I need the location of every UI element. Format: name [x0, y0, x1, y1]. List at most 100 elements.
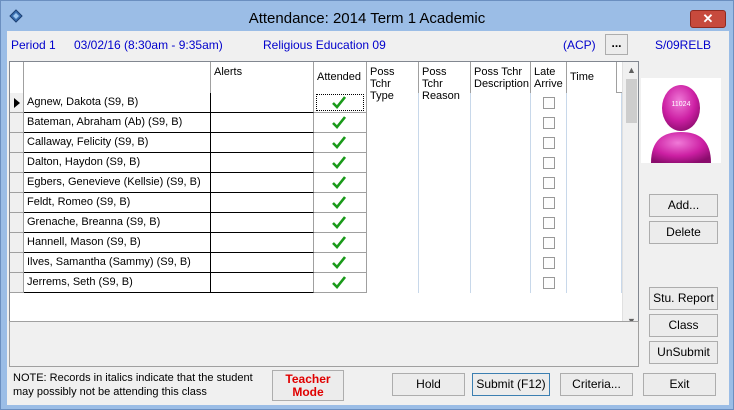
- title-bar[interactable]: Attendance: 2014 Term 1 Academic ✕: [1, 1, 733, 31]
- attended-cell[interactable]: [314, 253, 367, 273]
- row-selector[interactable]: [10, 233, 24, 253]
- late-arrive-cell[interactable]: [531, 273, 567, 293]
- late-arrive-cell[interactable]: [531, 213, 567, 233]
- late-arrive-checkbox[interactable]: [543, 277, 555, 289]
- time-cell[interactable]: [567, 213, 622, 233]
- alerts-cell[interactable]: [211, 93, 314, 113]
- late-arrive-checkbox[interactable]: [543, 197, 555, 209]
- vertical-scroll-thumb[interactable]: [626, 79, 637, 123]
- student-name-cell[interactable]: Ilves, Samantha (Sammy) (S9, B): [24, 253, 211, 273]
- table-row[interactable]: Feldt, Romeo (S9, B): [10, 193, 622, 213]
- delete-button[interactable]: Delete: [649, 221, 718, 244]
- time-cell[interactable]: [567, 253, 622, 273]
- alerts-cell[interactable]: [211, 133, 314, 153]
- row-selector[interactable]: [10, 93, 24, 113]
- attended-cell[interactable]: [314, 233, 367, 253]
- poss-tchr-description-cell[interactable]: [471, 133, 531, 153]
- close-button[interactable]: ✕: [690, 10, 726, 28]
- table-row[interactable]: Grenache, Breanna (S9, B): [10, 213, 622, 233]
- poss-tchr-type-cell[interactable]: [367, 213, 419, 233]
- column-header-name[interactable]: [24, 62, 211, 93]
- attended-cell[interactable]: [314, 113, 367, 133]
- late-arrive-cell[interactable]: [531, 113, 567, 133]
- column-header-poss-tchr-reason[interactable]: Poss Tchr Reason: [419, 62, 471, 102]
- table-row[interactable]: Jerrems, Seth (S9, B): [10, 273, 622, 293]
- late-arrive-cell[interactable]: [531, 153, 567, 173]
- poss-tchr-description-cell[interactable]: [471, 273, 531, 293]
- poss-tchr-type-cell[interactable]: [367, 113, 419, 133]
- student-name-cell[interactable]: Jerrems, Seth (S9, B): [24, 273, 211, 293]
- late-arrive-checkbox[interactable]: [543, 137, 555, 149]
- poss-tchr-reason-cell[interactable]: [419, 133, 471, 153]
- scroll-up-icon[interactable]: ▲: [623, 62, 638, 79]
- poss-tchr-type-cell[interactable]: [367, 273, 419, 293]
- column-header-poss-tchr-type[interactable]: Poss Tchr Type: [367, 62, 419, 102]
- late-arrive-cell[interactable]: [531, 193, 567, 213]
- student-name-cell[interactable]: Grenache, Breanna (S9, B): [24, 213, 211, 233]
- attended-check-icon[interactable]: [332, 96, 346, 109]
- poss-tchr-reason-cell[interactable]: [419, 213, 471, 233]
- alerts-cell[interactable]: [211, 253, 314, 273]
- teacher-mode-button[interactable]: Teacher Mode: [272, 370, 344, 401]
- late-arrive-checkbox[interactable]: [543, 257, 555, 269]
- time-cell[interactable]: [567, 153, 622, 173]
- late-arrive-cell[interactable]: [531, 233, 567, 253]
- attended-cell[interactable]: [314, 213, 367, 233]
- table-row[interactable]: Agnew, Dakota (S9, B): [10, 93, 622, 113]
- late-arrive-checkbox[interactable]: [543, 217, 555, 229]
- student-name-cell[interactable]: Feldt, Romeo (S9, B): [24, 193, 211, 213]
- column-header-time[interactable]: Time: [567, 62, 617, 93]
- vertical-scrollbar[interactable]: ▲ ▼: [622, 62, 638, 330]
- poss-tchr-description-cell[interactable]: [471, 113, 531, 133]
- attended-cell[interactable]: [314, 193, 367, 213]
- criteria-button[interactable]: Criteria...: [560, 373, 633, 396]
- late-arrive-checkbox[interactable]: [543, 157, 555, 169]
- poss-tchr-type-cell[interactable]: [367, 253, 419, 273]
- poss-tchr-description-cell[interactable]: [471, 253, 531, 273]
- alerts-cell[interactable]: [211, 233, 314, 253]
- attended-check-icon[interactable]: [332, 116, 346, 129]
- attended-cell[interactable]: [314, 273, 367, 293]
- late-arrive-cell[interactable]: [531, 133, 567, 153]
- time-cell[interactable]: [567, 93, 622, 113]
- column-header-poss-tchr-description[interactable]: Poss Tchr Description: [471, 62, 531, 93]
- submit-button[interactable]: Submit (F12): [472, 373, 550, 396]
- table-row[interactable]: Dalton, Haydon (S9, B): [10, 153, 622, 173]
- row-selector[interactable]: [10, 273, 24, 293]
- attended-check-icon[interactable]: [332, 236, 346, 249]
- unsubmit-button[interactable]: UnSubmit: [649, 341, 718, 364]
- column-header-attended[interactable]: Attended: [314, 62, 367, 93]
- row-selector[interactable]: [10, 153, 24, 173]
- time-cell[interactable]: [567, 113, 622, 133]
- time-cell[interactable]: [567, 233, 622, 253]
- late-arrive-cell[interactable]: [531, 93, 567, 113]
- poss-tchr-reason-cell[interactable]: [419, 173, 471, 193]
- student-name-cell[interactable]: Bateman, Abraham (Ab) (S9, B): [24, 113, 211, 133]
- attended-check-icon[interactable]: [332, 136, 346, 149]
- late-arrive-cell[interactable]: [531, 253, 567, 273]
- row-selector[interactable]: [10, 193, 24, 213]
- row-selector[interactable]: [10, 213, 24, 233]
- attended-check-icon[interactable]: [332, 256, 346, 269]
- late-arrive-cell[interactable]: [531, 173, 567, 193]
- attended-check-icon[interactable]: [332, 276, 346, 289]
- time-cell[interactable]: [567, 173, 622, 193]
- poss-tchr-description-cell[interactable]: [471, 193, 531, 213]
- attendance-grid[interactable]: Alerts Attended Poss Tchr Type Poss Tchr…: [9, 61, 639, 348]
- column-header-alerts[interactable]: Alerts: [211, 62, 314, 93]
- poss-tchr-description-cell[interactable]: [471, 93, 531, 113]
- time-cell[interactable]: [567, 193, 622, 213]
- stu-report-button[interactable]: Stu. Report: [649, 287, 718, 310]
- table-row[interactable]: Callaway, Felicity (S9, B): [10, 133, 622, 153]
- student-name-cell[interactable]: Hannell, Mason (S9, B): [24, 233, 211, 253]
- attended-check-icon[interactable]: [332, 216, 346, 229]
- attended-cell[interactable]: [314, 173, 367, 193]
- row-selector[interactable]: [10, 173, 24, 193]
- poss-tchr-type-cell[interactable]: [367, 233, 419, 253]
- poss-tchr-type-cell[interactable]: [367, 153, 419, 173]
- alerts-cell[interactable]: [211, 113, 314, 133]
- late-arrive-checkbox[interactable]: [543, 177, 555, 189]
- poss-tchr-reason-cell[interactable]: [419, 193, 471, 213]
- attended-check-icon[interactable]: [332, 196, 346, 209]
- student-name-cell[interactable]: Dalton, Haydon (S9, B): [24, 153, 211, 173]
